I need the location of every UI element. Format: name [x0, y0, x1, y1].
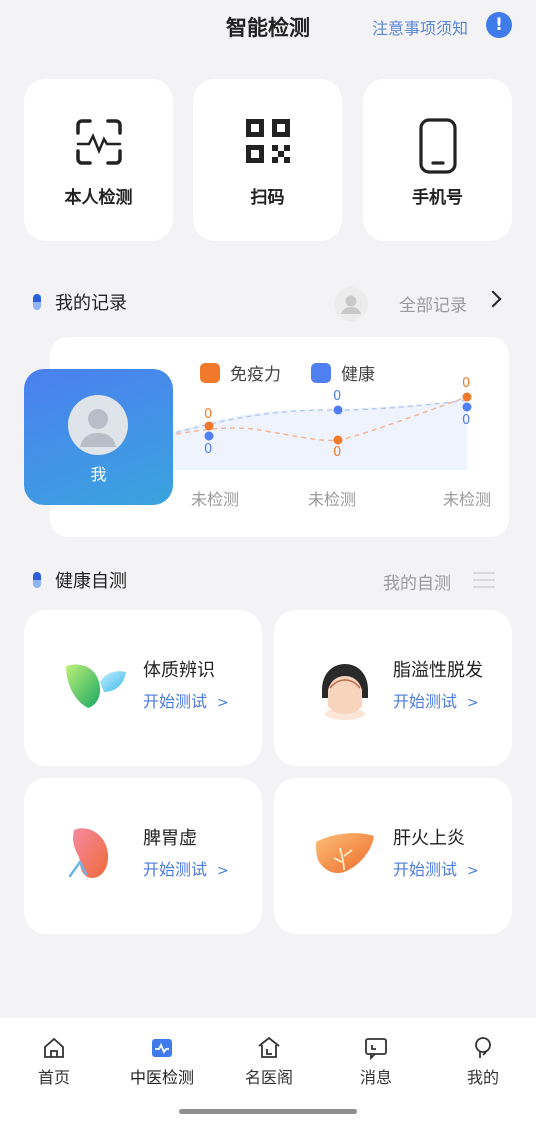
immunity-value-2: 0 [333, 445, 342, 460]
tab-profile[interactable]: 我的 [443, 1036, 523, 1088]
tab-home[interactable]: 首页 [14, 1036, 94, 1088]
health-point-1 [204, 431, 214, 441]
list-icon[interactable] [473, 571, 495, 589]
tab-tcm-detect[interactable]: 中医检测 [122, 1036, 202, 1088]
leaf-icon [60, 652, 130, 722]
health-point-3 [462, 402, 472, 412]
immunity-value-3: 0 [462, 376, 471, 391]
tab-doctor-hall[interactable]: 名医阁 [229, 1036, 309, 1088]
health-value-3: 0 [462, 413, 471, 428]
liver-icon [310, 820, 380, 890]
health-value-1: 0 [204, 442, 213, 457]
selftest-title-2: 脂溢性脱发 [393, 660, 483, 681]
person-card-me[interactable]: 我 [24, 369, 173, 505]
tcm-detect-icon [122, 1036, 202, 1062]
legend-health: 健康 [311, 360, 375, 385]
selftest-hair-loss-card[interactable]: 脂溢性脱发 开始测试 > [274, 610, 512, 766]
tab-label-profile: 我的 [466, 1068, 499, 1087]
chevron-right-icon: > [467, 863, 479, 879]
start-test-link[interactable]: 开始测试 > [393, 856, 479, 880]
health-point-2 [333, 405, 343, 415]
immunity-point-1 [204, 421, 214, 431]
legend-immunity: 免疫力 [200, 360, 281, 385]
legend-swatch-immunity [200, 362, 220, 383]
selftest-constitution-card[interactable]: 体质辨识 开始测试 > [24, 610, 262, 766]
tab-label-home: 首页 [37, 1068, 70, 1087]
tab-label-doctor-hall: 名医阁 [244, 1068, 293, 1087]
avatar [68, 395, 128, 455]
legend-label-health: 健康 [341, 365, 375, 385]
legend-label-immunity: 免疫力 [230, 365, 281, 385]
x-label-3: 未检测 [443, 490, 492, 509]
home-indicator [179, 1109, 357, 1114]
selftest-header: 健康自测 我的自测 [33, 565, 513, 595]
profile-icon [443, 1036, 523, 1062]
chevron-right-icon: > [217, 863, 229, 879]
selftest-liver-card[interactable]: 肝火上炎 开始测试 > [274, 778, 512, 934]
tab-label-tcm-detect: 中医检测 [129, 1068, 194, 1087]
selftest-title: 健康自测 [55, 571, 127, 592]
start-test-link[interactable]: 开始测试 > [143, 688, 229, 712]
hair-loss-head-icon [310, 652, 380, 722]
selftest-spleen-card[interactable]: 脾胃虚 开始测试 > [24, 778, 262, 934]
message-icon [336, 1036, 416, 1062]
legend-swatch-health [311, 362, 331, 383]
chevron-right-icon: > [217, 695, 229, 711]
immunity-point-2 [333, 435, 343, 445]
home-icon [14, 1036, 94, 1062]
tab-messages[interactable]: 消息 [336, 1036, 416, 1088]
my-selftest-link[interactable]: 我的自测 [383, 569, 451, 594]
immunity-value-1: 0 [204, 407, 213, 422]
selftest-title-4: 肝火上炎 [393, 828, 465, 849]
selftest-title-3: 脾胃虚 [143, 828, 197, 849]
chart-area-fill [150, 400, 467, 470]
stomach-icon [60, 820, 130, 890]
section-marker [33, 572, 41, 588]
x-label-2: 未检测 [308, 490, 357, 509]
start-test-link[interactable]: 开始测试 > [393, 688, 479, 712]
health-value-2: 0 [333, 389, 342, 404]
immunity-point-3 [462, 392, 472, 402]
doctor-hall-icon [229, 1036, 309, 1062]
chevron-right-icon: > [467, 695, 479, 711]
start-test-link[interactable]: 开始测试 > [143, 856, 229, 880]
person-name: 我 [90, 465, 107, 484]
tab-label-messages: 消息 [359, 1068, 392, 1087]
selftest-title-1: 体质辨识 [143, 660, 215, 681]
x-label-1: 未检测 [191, 490, 240, 509]
